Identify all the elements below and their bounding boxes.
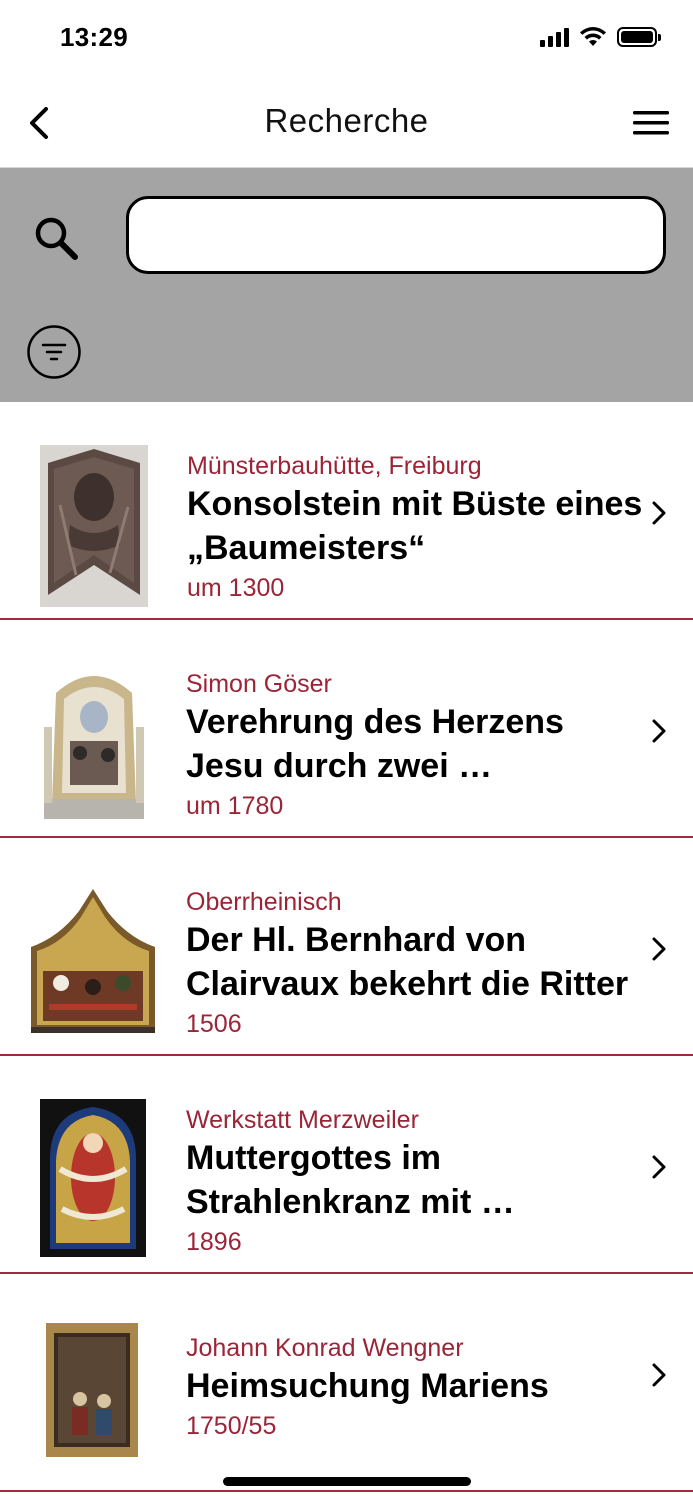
chevron-right-icon (652, 501, 666, 525)
home-indicator[interactable] (223, 1477, 471, 1486)
result-title: Heimsuchung Mariens (186, 1367, 549, 1405)
result-text: Simon Göser Verehrung des Herzens Jesu d… (186, 670, 646, 822)
filter-icon[interactable] (26, 324, 82, 380)
chevron-right-icon (652, 1155, 666, 1179)
result-artist: Werkstatt Merzweiler (186, 1106, 419, 1134)
cellular-signal-icon (540, 27, 569, 47)
result-title: Konsolstein mit Büste eines „Baumeisters… (187, 485, 643, 567)
status-time: 13:29 (60, 22, 128, 52)
navigation-bar: Recherche (0, 78, 693, 168)
altar-painting-artwork-thumbnail (34, 662, 154, 826)
result-text: Werkstatt Merzweiler Muttergottes im Str… (186, 1106, 646, 1258)
framed-painting-artwork-thumbnail (46, 1322, 138, 1458)
result-text: Johann Konrad Wengner Heimsuchung Marien… (186, 1334, 646, 1442)
result-date: 1750/55 (186, 1412, 277, 1440)
chevron-right-icon (652, 719, 666, 743)
chevron-right-icon (652, 1363, 666, 1387)
status-bar: 13:29 (0, 0, 693, 78)
wifi-icon (580, 27, 606, 46)
gothic-panel-artwork-thumbnail (28, 880, 158, 1044)
result-artist: Münsterbauhütte, Freiburg (187, 452, 482, 480)
result-date: 1896 (186, 1228, 242, 1256)
result-item[interactable]: Simon Göser Verehrung des Herzens Jesu d… (0, 620, 693, 838)
result-title: Verehrung des Herzens Jesu durch zwei … (186, 703, 564, 785)
stone-bust-artwork-thumbnail (34, 444, 154, 608)
stained-glass-artwork-thumbnail (40, 1098, 146, 1258)
result-date: um 1780 (186, 792, 284, 820)
result-item[interactable]: Johann Konrad Wengner Heimsuchung Marien… (0, 1274, 693, 1492)
search-icon[interactable] (30, 212, 82, 264)
search-panel (0, 168, 693, 402)
result-item[interactable]: Werkstatt Merzweiler Muttergottes im Str… (0, 1056, 693, 1274)
result-artist: Oberrheinisch (186, 888, 342, 916)
result-item[interactable]: Oberrheinisch Der Hl. Bernhard von Clair… (0, 838, 693, 1056)
result-date: 1506 (186, 1010, 242, 1038)
result-title: Muttergottes im Strahlenkranz mit … (186, 1139, 515, 1221)
battery-icon (617, 26, 661, 47)
page-title: Recherche (264, 102, 429, 139)
status-icons (540, 26, 661, 47)
result-text: Münsterbauhütte, Freiburg Konsolstein mi… (187, 452, 647, 604)
result-item[interactable]: Münsterbauhütte, Freiburg Konsolstein mi… (0, 402, 693, 620)
result-artist: Johann Konrad Wengner (186, 1334, 464, 1362)
result-title: Der Hl. Bernhard von Clairvaux bekehrt d… (186, 921, 629, 1003)
hamburger-menu-icon[interactable] (631, 106, 671, 140)
result-text: Oberrheinisch Der Hl. Bernhard von Clair… (186, 888, 646, 1040)
result-date: um 1300 (187, 574, 285, 602)
result-list: Münsterbauhütte, Freiburg Konsolstein mi… (0, 402, 693, 1492)
search-input[interactable] (126, 196, 666, 274)
chevron-right-icon (652, 937, 666, 961)
result-artist: Simon Göser (186, 670, 332, 698)
